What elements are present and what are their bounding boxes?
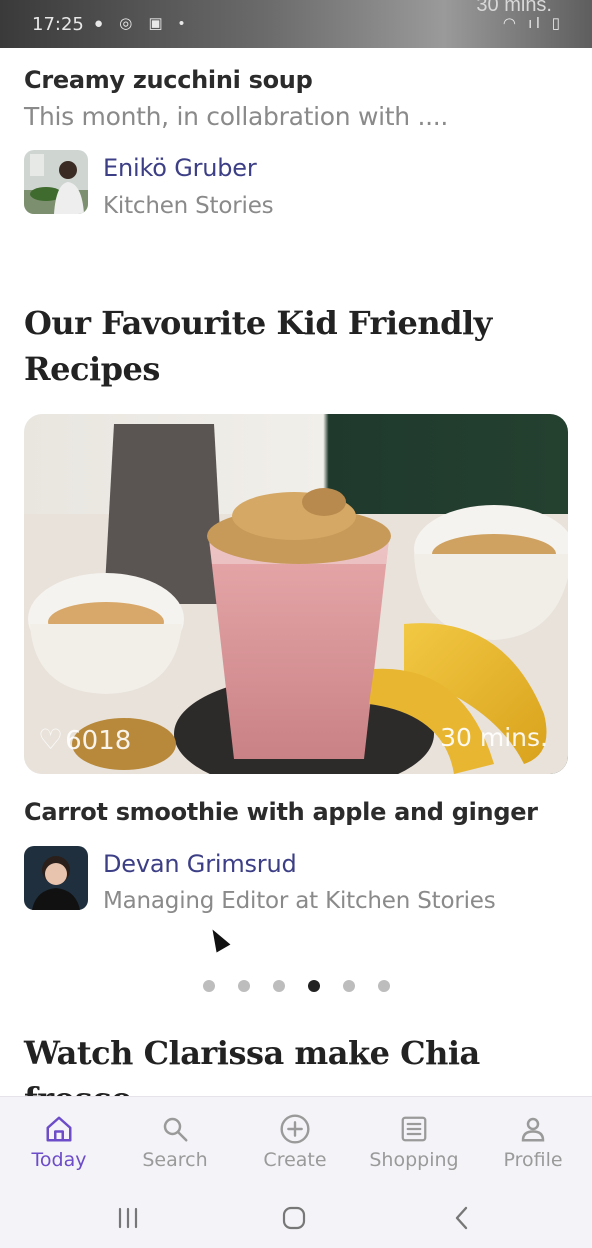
home-button-icon[interactable] <box>264 1200 324 1236</box>
status-bar: 30 mins. 17:25 ● ◎ ▣ • ◠ ıl ▯ <box>0 0 592 48</box>
list-icon <box>355 1111 473 1147</box>
tab-label: Profile <box>503 1149 563 1171</box>
author-role: Kitchen Stories <box>103 193 274 219</box>
person-icon <box>474 1111 592 1147</box>
featured-author-role: Managing Editor at Kitchen Stories <box>103 888 496 914</box>
featured-author-avatar[interactable] <box>24 846 88 910</box>
tab-today[interactable]: Today <box>0 1097 118 1189</box>
carousel-dot-active[interactable] <box>307 980 320 992</box>
bottom-tab-bar: Today Search Create Shopping Profile <box>0 1096 592 1188</box>
tab-label: Shopping <box>369 1149 459 1171</box>
next-section-title: Watch Clarissa make Chia frosco <box>24 1030 480 1096</box>
tab-search[interactable]: Search <box>116 1097 234 1189</box>
mouse-cursor <box>205 925 231 953</box>
section-title: Our Favourite Kid Friendly Recipes <box>24 300 492 392</box>
status-time: 17:25 <box>32 14 84 35</box>
carousel-dot[interactable] <box>342 980 355 992</box>
featured-author-name[interactable]: Devan Grimsrud <box>103 850 297 878</box>
search-icon <box>116 1111 234 1147</box>
heart-icon[interactable]: ♡ <box>38 723 63 756</box>
featured-recipe-title[interactable]: Carrot smoothie with apple and ginger <box>24 798 538 826</box>
carousel-dot[interactable] <box>377 980 390 992</box>
recipe-title[interactable]: Creamy zucchini soup <box>24 66 313 94</box>
notification-icons: ● ◎ ▣ • <box>94 15 191 32</box>
tab-create[interactable]: Create <box>236 1097 354 1189</box>
plus-circle-icon <box>236 1111 354 1147</box>
carousel-dot[interactable] <box>272 980 285 992</box>
back-icon[interactable] <box>432 1200 492 1236</box>
tab-label: Search <box>142 1149 208 1171</box>
tab-label: Create <box>263 1149 327 1171</box>
recents-icon[interactable] <box>98 1200 158 1236</box>
author-avatar[interactable] <box>24 150 88 214</box>
recipe-subtitle: This month, in collabration with .... <box>24 102 449 131</box>
home-icon <box>0 1111 118 1147</box>
likes-count[interactable]: ♡6018 <box>38 723 131 756</box>
likes-value: 6018 <box>65 726 132 756</box>
carousel-dot[interactable] <box>202 980 215 992</box>
system-status-icons: ◠ ıl ▯ <box>502 15 564 32</box>
recipe-duration: 30 mins. <box>440 723 548 752</box>
author-name[interactable]: Enikö Gruber <box>103 154 257 182</box>
system-navigation-bar <box>0 1188 592 1248</box>
tab-label: Today <box>31 1149 87 1171</box>
section-title-line1: Our Favourite Kid Friendly <box>24 304 492 342</box>
feed-content[interactable]: Creamy zucchini soup This month, in coll… <box>0 48 592 1096</box>
next-section-title-line2: frosco <box>24 1076 480 1096</box>
next-section-title-line1: Watch Clarissa make Chia <box>24 1034 480 1072</box>
tab-shopping[interactable]: Shopping <box>355 1097 473 1189</box>
tab-profile[interactable]: Profile <box>474 1097 592 1189</box>
carousel-dot[interactable] <box>237 980 250 992</box>
carousel-indicator <box>0 980 592 1000</box>
section-title-line2: Recipes <box>24 350 160 388</box>
recipe-hero-image[interactable]: ♡6018 30 mins. <box>24 414 568 774</box>
